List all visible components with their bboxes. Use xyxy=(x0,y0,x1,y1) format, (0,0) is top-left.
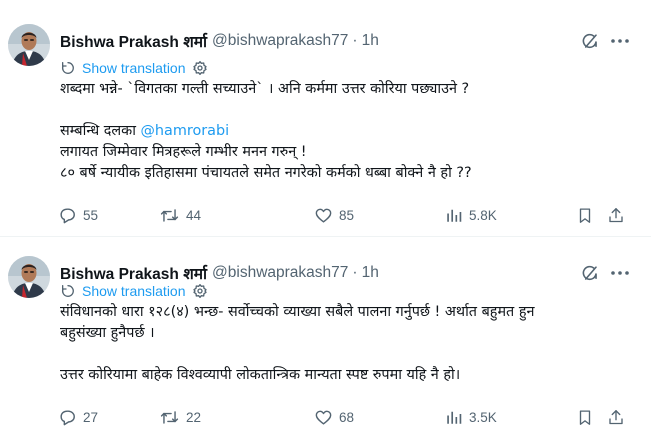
separator-dot: · xyxy=(352,32,358,49)
separator-dot: · xyxy=(352,264,358,281)
like-count: 85 xyxy=(339,207,355,223)
like-count: 68 xyxy=(339,409,355,425)
mention-link[interactable]: @hamrorabi xyxy=(141,123,230,139)
tweet-text-line: लगायत जिम्मेवार मित्रहरूले गम्भीर मनन गर… xyxy=(60,144,307,160)
timestamp[interactable]: 1h xyxy=(362,32,379,50)
reply-icon xyxy=(58,408,77,427)
user-handle[interactable]: @bishwaprakash77 xyxy=(212,264,348,282)
share-icon xyxy=(607,206,625,225)
tweet-text-line: संविधानको धारा १२८(४) भन्छ- सर्वोच्चको व… xyxy=(60,304,535,320)
user-handle[interactable]: @bishwaprakash77 xyxy=(212,32,348,50)
translation-row: Show translation xyxy=(60,282,208,300)
avatar[interactable] xyxy=(8,24,50,66)
repost-button[interactable]: 44 xyxy=(159,204,201,226)
reply-button[interactable]: 55 xyxy=(58,204,98,226)
tweet-header: Bishwa Prakash शर्मा @bishwaprakash77 · … xyxy=(60,30,379,52)
avatar[interactable] xyxy=(8,256,50,298)
tweet-text: संविधानको धारा १२८(४) भन्छ- सर्वोच्चको व… xyxy=(60,302,630,386)
view-count: 3.5K xyxy=(469,409,497,425)
more-options-icon[interactable] xyxy=(608,263,632,283)
tweet[interactable]: Bishwa Prakash शर्मा @bishwaprakash77 · … xyxy=(0,237,651,445)
views-button[interactable]: 5.8K xyxy=(445,204,497,226)
grok-icon[interactable] xyxy=(580,263,600,283)
reply-count: 27 xyxy=(83,409,99,425)
translation-settings-icon[interactable] xyxy=(192,60,208,76)
show-translation-link[interactable]: Show translation xyxy=(82,60,186,76)
tweet-text-line: उत्तर कोरियामा बाहेक विश्वव्यापी लोकतान्… xyxy=(60,367,461,383)
reply-count: 55 xyxy=(83,207,99,223)
bookmark-icon xyxy=(576,408,594,427)
share-button[interactable] xyxy=(607,204,625,226)
tweet-header: Bishwa Prakash शर्मा @bishwaprakash77 · … xyxy=(60,262,379,284)
tweet-text: शब्दमा भन्ने- `विगतका गल्ती सच्याउने` । … xyxy=(60,79,630,184)
repost-count: 44 xyxy=(186,207,202,223)
tweet-text-line: शब्दमा भन्ने- `विगतका गल्ती सच्याउने` । … xyxy=(60,81,470,97)
translation-settings-icon[interactable] xyxy=(192,283,208,299)
repost-count: 22 xyxy=(186,409,202,425)
tweet-text-fragment: सम्बन्धि दलका xyxy=(60,123,141,139)
show-translation-link[interactable]: Show translation xyxy=(82,283,186,299)
repost-icon xyxy=(159,206,180,225)
translate-icon xyxy=(60,283,76,299)
bookmark-button[interactable] xyxy=(576,204,594,226)
share-icon xyxy=(607,408,625,427)
tweet-actions: 27 22 68 3.5K xyxy=(58,406,633,428)
tweet-text-line: बहुसंख्या हुनैपर्छ । xyxy=(60,325,155,341)
display-name[interactable]: Bishwa Prakash शर्मा xyxy=(60,262,207,284)
like-button[interactable]: 68 xyxy=(314,406,354,428)
views-button[interactable]: 3.5K xyxy=(445,406,497,428)
reply-icon xyxy=(58,206,77,225)
timestamp[interactable]: 1h xyxy=(362,264,379,282)
tweet-text-line: सम्बन्धि दलका @hamrorabi xyxy=(60,121,630,142)
bookmark-button[interactable] xyxy=(576,406,594,428)
more-options-icon[interactable] xyxy=(608,31,632,51)
repost-button[interactable]: 22 xyxy=(159,406,201,428)
display-name[interactable]: Bishwa Prakash शर्मा xyxy=(60,30,207,52)
tweet-text-line: ८० बर्षे न्यायीक इतिहासमा पंचायतले समेत … xyxy=(60,165,472,181)
like-button[interactable]: 85 xyxy=(314,204,354,226)
analytics-icon xyxy=(445,206,463,224)
share-button[interactable] xyxy=(607,406,625,428)
translation-row: Show translation xyxy=(60,59,208,77)
grok-icon[interactable] xyxy=(580,31,600,51)
view-count: 5.8K xyxy=(469,207,497,223)
translate-icon xyxy=(60,60,76,76)
heart-icon xyxy=(314,206,333,225)
analytics-icon xyxy=(445,408,463,426)
tweet-actions: 55 44 85 5.8K xyxy=(58,204,633,226)
tweet[interactable]: Bishwa Prakash शर्मा @bishwaprakash77 · … xyxy=(0,0,651,237)
timeline-feed: Bishwa Prakash शर्मा @bishwaprakash77 · … xyxy=(0,0,651,445)
reply-button[interactable]: 27 xyxy=(58,406,98,428)
bookmark-icon xyxy=(576,206,594,225)
heart-icon xyxy=(314,408,333,427)
repost-icon xyxy=(159,408,180,427)
